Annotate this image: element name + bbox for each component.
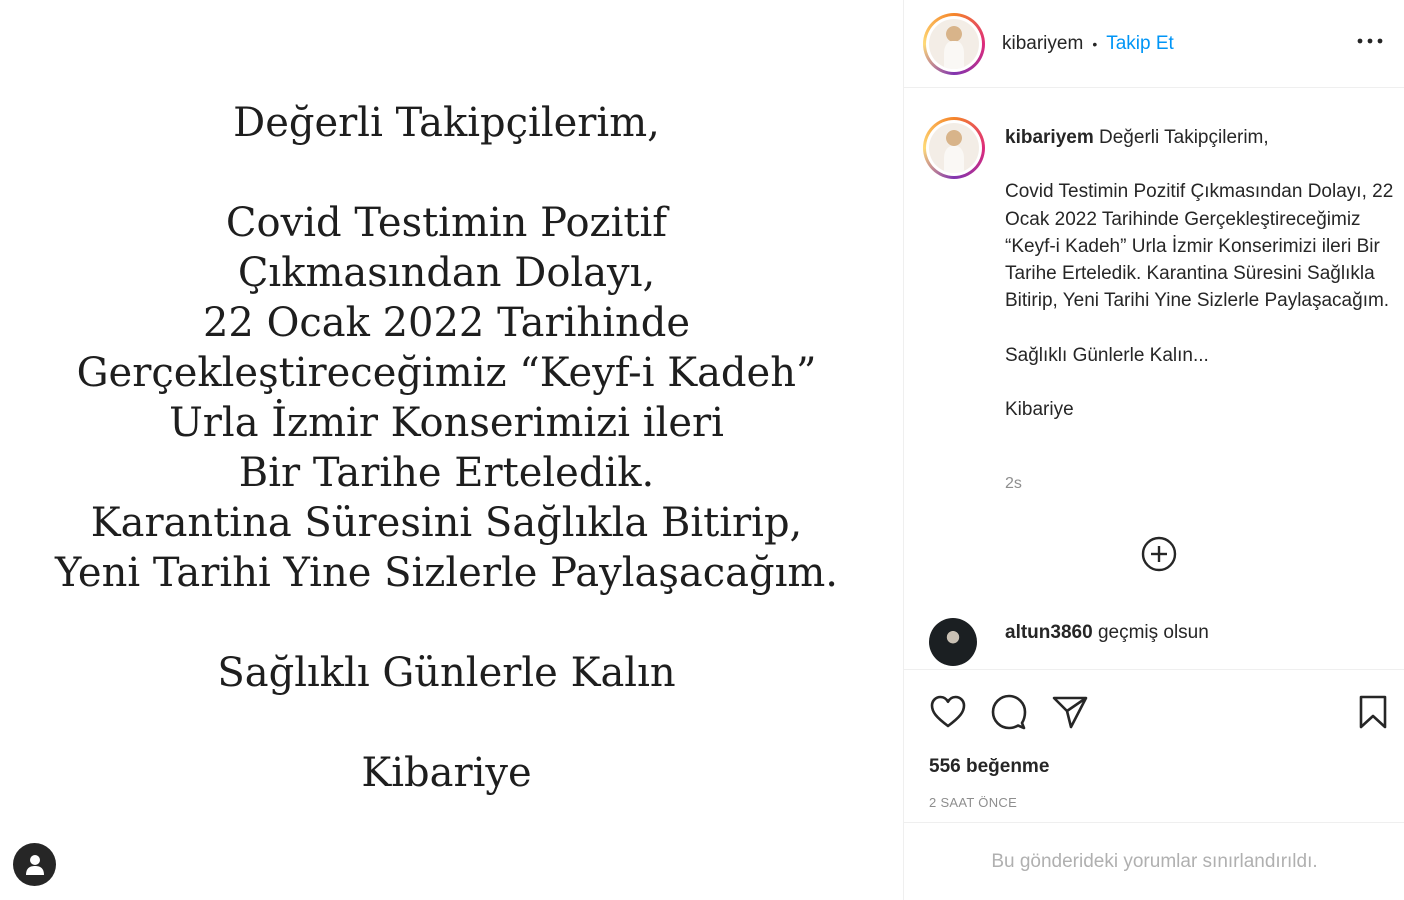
caption-closing: Sağlıklı Günlerle Kalın... bbox=[1005, 344, 1209, 366]
caption-time[interactable]: 2s bbox=[1005, 475, 1022, 493]
letter-line: Yeni Tarihi Yine Sizlerle Paylaşacağım. bbox=[54, 550, 839, 596]
comment-text: altun3860 geçmiş olsun bbox=[1005, 622, 1209, 644]
list-item: altun3860 geçmiş olsun bbox=[904, 618, 1404, 668]
letter-line: Covid Testimin Pozitif bbox=[225, 200, 668, 246]
post-letter-text: Değerli Takipçilerim, Covid Testimin Poz… bbox=[0, 98, 893, 798]
letter-line: Urla İzmir Konserimizi ileri bbox=[169, 400, 724, 446]
caption-username[interactable]: kibariyem bbox=[1005, 127, 1094, 148]
letter-closing: Sağlıklı Günlerle Kalın bbox=[217, 650, 676, 696]
actions-bar: 556 beğenme 2 SAAT ÖNCE bbox=[904, 669, 1404, 823]
letter-line: Bir Tarihe Erteledik. bbox=[238, 450, 655, 496]
comments-restricted-notice: Bu gönderideki yorumlar sınırlandırıldı. bbox=[991, 850, 1318, 872]
comment-body: geçmiş olsun bbox=[1097, 622, 1209, 643]
caption-signature: Kibariye bbox=[1005, 399, 1074, 421]
more-horizontal-icon[interactable] bbox=[1355, 30, 1385, 52]
post-time-ago[interactable]: 2 SAAT ÖNCE bbox=[929, 795, 1017, 810]
caption-text: kibariyem Değerli Takipçilerim, Covid Te… bbox=[1005, 124, 1397, 423]
post-side-panel: kibariyem • Takip Et kibariyem Değerli T… bbox=[903, 0, 1404, 900]
post-image[interactable]: Değerli Takipçilerim, Covid Testimin Poz… bbox=[0, 0, 903, 900]
letter-greeting: Değerli Takipçilerim, bbox=[233, 100, 660, 146]
caption-first-line: Değerli Takipçilerim, bbox=[1099, 127, 1269, 148]
tagged-users-button[interactable] bbox=[13, 843, 56, 886]
letter-line: Çıkmasından Dolayı, bbox=[237, 250, 656, 296]
caption-area: kibariyem Değerli Takipçilerim, Covid Te… bbox=[904, 89, 1404, 669]
letter-line: Karantina Süresini Sağlıkla Bitirip, bbox=[90, 500, 803, 546]
share-icon[interactable] bbox=[1050, 692, 1090, 732]
comment-icon[interactable] bbox=[989, 692, 1029, 732]
bookmark-icon[interactable] bbox=[1353, 692, 1393, 732]
avatar[interactable] bbox=[923, 12, 985, 75]
heart-icon[interactable] bbox=[928, 692, 968, 732]
letter-line: 22 Ocak 2022 Tarihinde bbox=[202, 300, 691, 346]
header-separator: • bbox=[1092, 35, 1098, 52]
comment-avatar[interactable] bbox=[929, 618, 977, 666]
caption-avatar[interactable] bbox=[923, 117, 985, 179]
likes-count[interactable]: 556 beğenme bbox=[929, 756, 1049, 778]
comment-username[interactable]: altun3860 bbox=[1005, 622, 1093, 643]
follow-button[interactable]: Takip Et bbox=[1106, 33, 1174, 55]
person-icon bbox=[25, 854, 44, 875]
header-username[interactable]: kibariyem bbox=[1002, 33, 1083, 55]
caption-paragraph: Covid Testimin Pozitif Çıkmasından Dolay… bbox=[1005, 181, 1394, 312]
letter-line: Gerçekleştireceğimiz “Keyf-i Kadeh” bbox=[76, 350, 817, 396]
plus-circle-icon[interactable] bbox=[1140, 535, 1178, 573]
letter-signature: Kibariye bbox=[361, 750, 532, 796]
post-header: kibariyem • Takip Et bbox=[904, 0, 1404, 88]
